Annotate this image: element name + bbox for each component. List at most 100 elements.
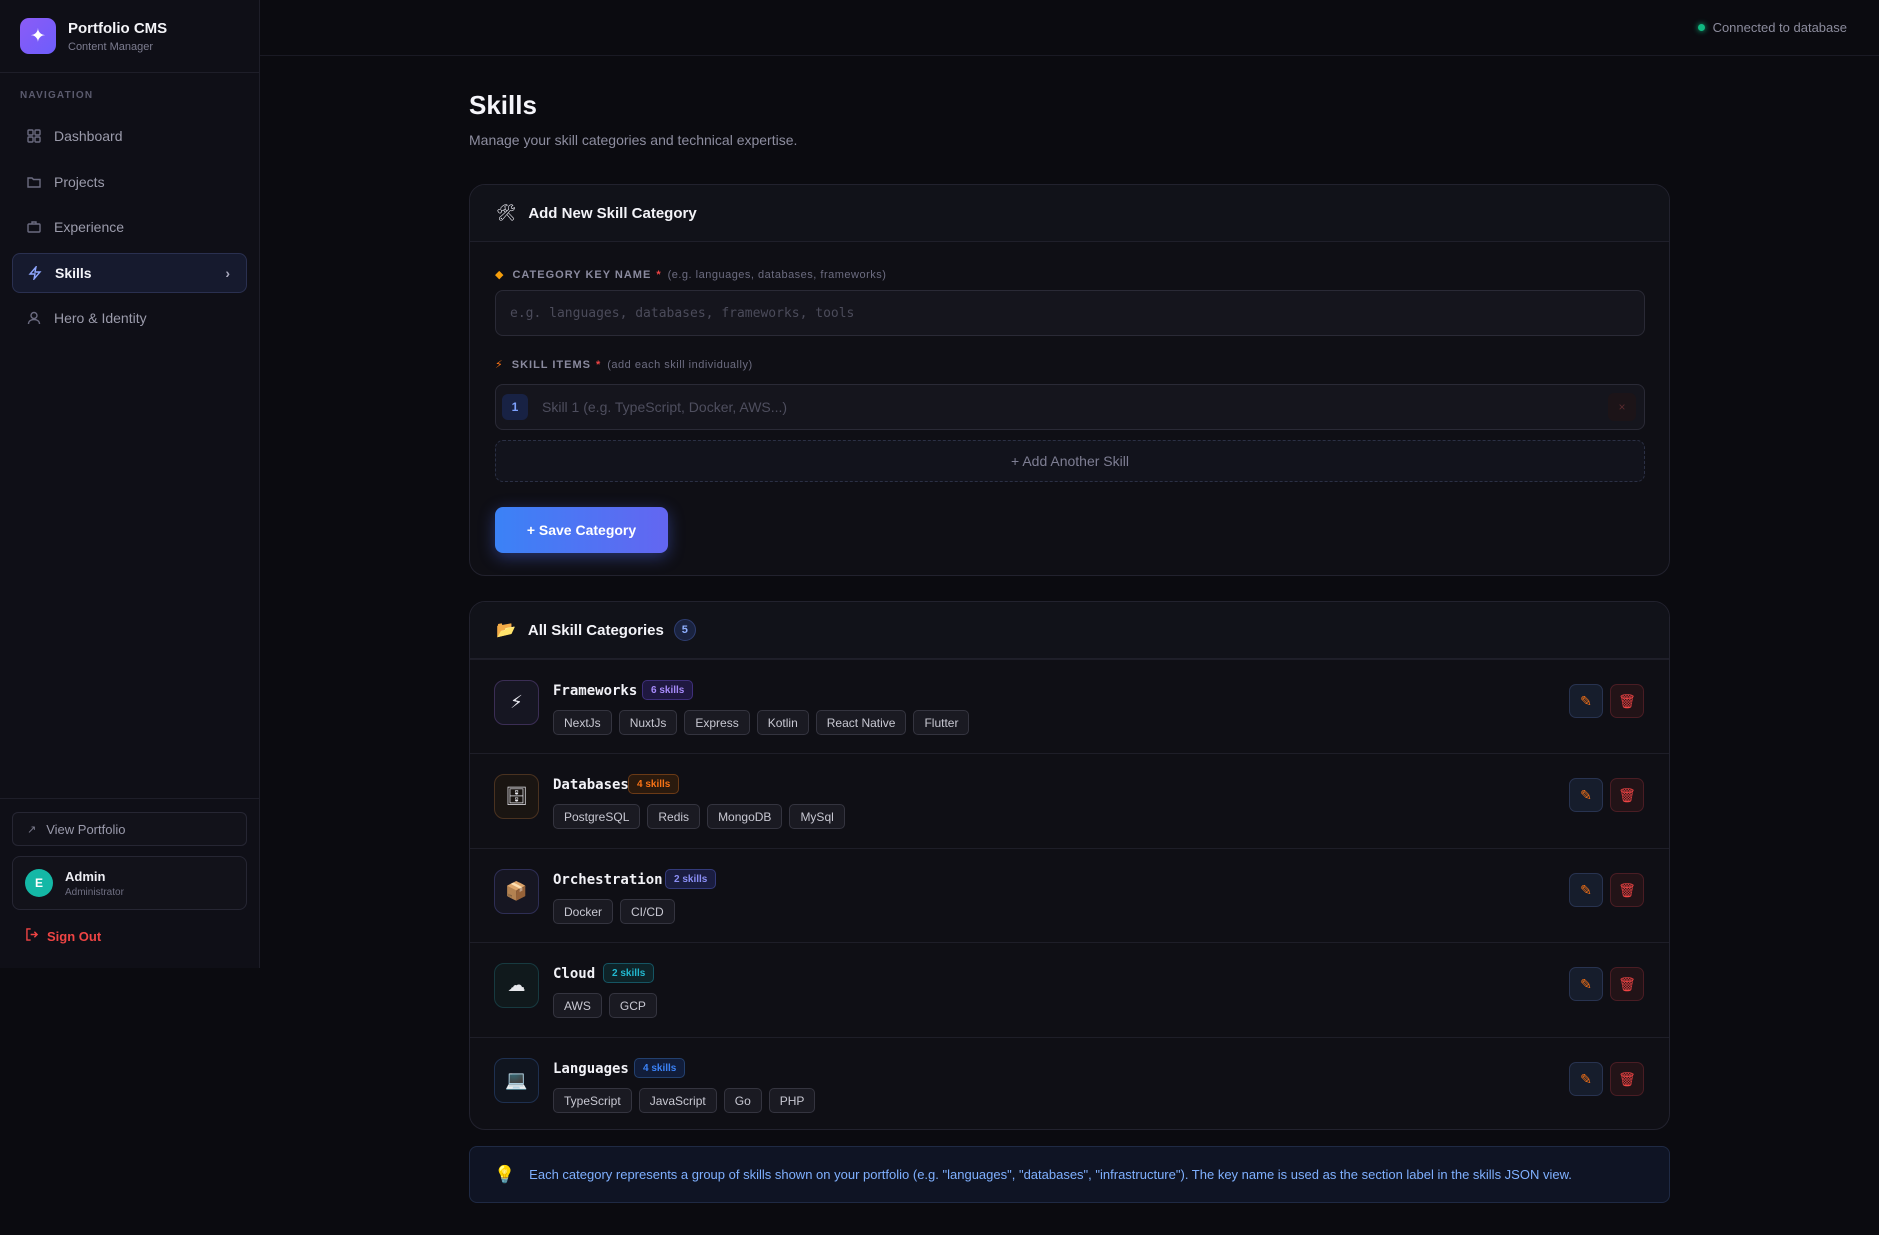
sign-out-label: Sign Out [47, 928, 102, 944]
folder-icon [26, 174, 42, 190]
category-key-input[interactable] [495, 290, 1645, 336]
status-dot-icon [1697, 24, 1705, 31]
sidebar-item-experience[interactable]: Experience [12, 207, 247, 247]
list-item: 📦 Orchestration 2 skills Docker CI/CD ✎ … [470, 848, 1669, 943]
category-name: Languages [553, 1061, 629, 1077]
list-item: ☁ Cloud 2 skills AWS GCP ✎ 🗑 [470, 942, 1669, 1037]
chevron-right-icon: › [225, 265, 230, 281]
page-title: Skills [469, 90, 537, 120]
delete-category-button[interactable]: 🗑 [1610, 1062, 1644, 1096]
delete-category-button[interactable]: 🗑 [1610, 778, 1644, 812]
laptop-icon: 💻 [494, 1058, 539, 1103]
skill-tags: TypeScript JavaScript Go PHP [553, 1088, 816, 1113]
skill-tag: Express [684, 710, 750, 735]
category-name: Orchestration [553, 872, 663, 888]
user-role: Administrator [65, 886, 124, 898]
add-category-title: Add New Skill Category [528, 204, 697, 222]
nav-heading: NAVIGATION [20, 90, 94, 101]
view-portfolio-button[interactable]: ↗ View Portfolio [12, 812, 247, 846]
info-note: 💡 Each category represents a group of sk… [469, 1146, 1670, 1203]
pencil-icon: ✎ [1580, 692, 1592, 709]
sign-out-button[interactable]: Sign Out [26, 928, 101, 944]
skill-tag: CI/CD [620, 899, 675, 924]
sidebar-item-label: Hero & Identity [54, 310, 147, 326]
tag-icon: ◆ [495, 269, 505, 281]
sidebar-divider [0, 798, 259, 799]
brand: ✦ Portfolio CMS Content Manager [0, 0, 259, 73]
skill-item-input[interactable] [528, 385, 1608, 429]
folder-open-icon: 📂 [496, 622, 516, 639]
list-item: ⚡ Frameworks 6 skills NextJs NuxtJs Expr… [470, 659, 1669, 754]
sparkle-icon: ✦ [20, 18, 56, 54]
categories-count-badge: 5 [673, 619, 696, 641]
bolt-icon: ⚡ [495, 359, 504, 371]
skill-tag: NuxtJs [618, 710, 678, 735]
app-subtitle: Content Manager [68, 40, 153, 53]
skill-tag: MySql [789, 804, 845, 829]
edit-category-button[interactable]: ✎ [1569, 778, 1603, 812]
add-category-header: 🛠 Add New Skill Category [470, 185, 1669, 242]
pencil-icon: ✎ [1580, 1070, 1592, 1087]
edit-category-button[interactable]: ✎ [1569, 684, 1603, 718]
skill-count-badge: 2 skills [603, 963, 655, 983]
sidebar-item-label: Skills [55, 265, 92, 281]
skill-tag: AWS [553, 993, 602, 1018]
skill-count-badge: 2 skills [665, 869, 717, 889]
skill-tag: MongoDB [707, 804, 783, 829]
user-card[interactable]: E Admin Administrator [12, 856, 247, 910]
skill-tag: GCP [608, 993, 657, 1018]
delete-category-button[interactable]: 🗑 [1610, 967, 1644, 1001]
user-name: Admin [65, 868, 106, 884]
connection-status: Connected to database [1697, 20, 1847, 35]
edit-category-button[interactable]: ✎ [1569, 967, 1603, 1001]
logout-icon [26, 928, 39, 944]
skill-items-label-text: SKILL ITEMS [511, 358, 591, 371]
package-icon: 📦 [494, 869, 539, 914]
skill-item-number: 1 [502, 394, 528, 420]
add-category-card: 🛠 Add New Skill Category ◆ CATEGORY KEY … [469, 184, 1670, 576]
delete-category-button[interactable]: 🗑 [1610, 684, 1644, 718]
required-marker: * [656, 268, 662, 281]
pencil-icon: ✎ [1580, 975, 1592, 992]
delete-category-button[interactable]: 🗑 [1610, 873, 1644, 907]
skill-tag: Go [723, 1088, 762, 1113]
trash-icon: 🗑 [1618, 786, 1636, 803]
edit-category-button[interactable]: ✎ [1569, 1062, 1603, 1096]
skill-tag: JavaScript [638, 1088, 717, 1113]
category-name: Cloud [553, 966, 596, 982]
grid-icon [26, 128, 42, 144]
remove-skill-button[interactable]: × [1608, 393, 1636, 421]
pencil-icon: ✎ [1580, 881, 1592, 898]
sidebar-item-dashboard[interactable]: Dashboard [12, 116, 247, 156]
lightning-icon: ⚡ [494, 680, 539, 725]
skill-item-row: 1 × [495, 384, 1645, 430]
pencil-icon: ✎ [1580, 786, 1592, 803]
skill-tag: TypeScript [553, 1088, 632, 1113]
sidebar-item-projects[interactable]: Projects [12, 162, 247, 202]
sidebar-item-hero-identity[interactable]: Hero & Identity [12, 298, 247, 338]
skill-tags: AWS GCP [553, 993, 657, 1018]
add-another-skill-button[interactable]: + Add Another Skill [495, 440, 1645, 482]
list-item: 🗄 Databases 4 skills PostgreSQL Redis Mo… [470, 753, 1669, 848]
database-icon: 🗄 [494, 774, 539, 819]
trash-icon: 🗑 [1618, 692, 1636, 709]
cloud-icon: ☁ [494, 963, 539, 1008]
page-subtitle: Manage your skill categories and technic… [469, 132, 798, 148]
sidebar-item-label: Dashboard [54, 128, 123, 144]
category-key-label: ◆ CATEGORY KEY NAME * (e.g. languages, d… [495, 268, 886, 282]
trash-icon: 🗑 [1618, 1070, 1636, 1087]
skill-tags: Docker CI/CD [553, 899, 675, 924]
skill-tag: PostgreSQL [553, 804, 641, 829]
skill-tag: React Native [815, 710, 907, 735]
app-title: Portfolio CMS [68, 19, 168, 37]
sidebar-item-label: Projects [54, 174, 105, 190]
sidebar-item-skills[interactable]: Skills › [12, 253, 247, 293]
tools-icon: 🛠 [496, 205, 517, 222]
edit-category-button[interactable]: ✎ [1569, 873, 1603, 907]
trash-icon: 🗑 [1618, 881, 1636, 898]
bolt-icon [27, 265, 43, 281]
skill-tag: Docker [553, 899, 614, 924]
save-category-button[interactable]: + Save Category [495, 507, 668, 553]
list-item: 💻 Languages 4 skills TypeScript JavaScri… [470, 1037, 1669, 1129]
required-marker: * [595, 358, 602, 371]
